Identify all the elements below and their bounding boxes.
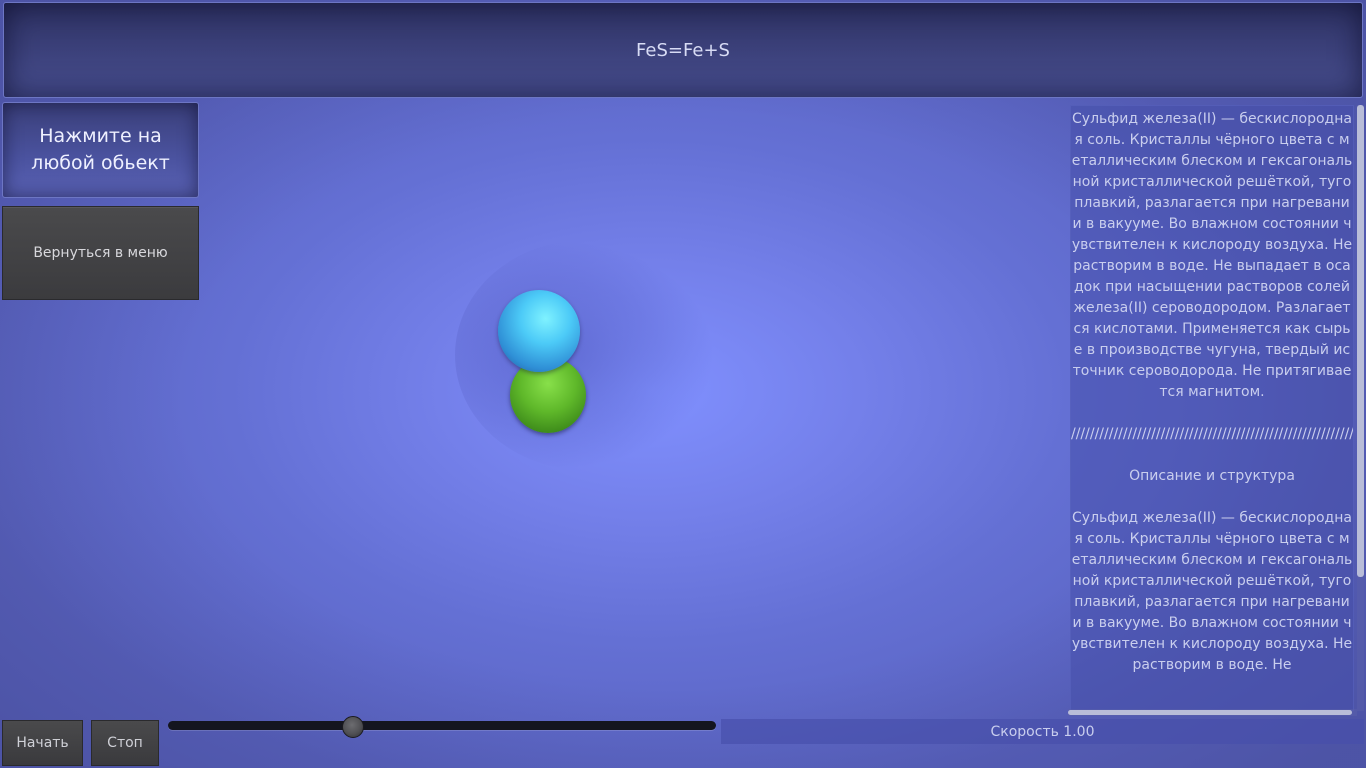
speed-label: Скорость 1.00 [990,723,1095,740]
info-description-text: Сульфид железа(II) — бескислородная соль… [1071,111,1354,673]
speed-slider-knob[interactable] [342,716,365,738]
blue-atom[interactable] [498,290,580,372]
header-panel: FeS=Fe+S [3,2,1363,98]
vertical-scrollbar-thumb[interactable] [1357,105,1364,577]
info-scroll-panel[interactable]: Сульфид железа(II) — бескислородная соль… [1070,105,1354,711]
molecule-shadow [455,240,715,470]
speed-readout: Скорость 1.00 [721,719,1364,744]
horizontal-scrollbar-thumb[interactable] [1068,710,1352,715]
hint-panel: Нажмите на любой обьект [2,102,199,198]
start-button[interactable]: Начать [2,720,83,766]
speed-slider-track[interactable] [168,721,716,730]
reaction-title: FeS=Fe+S [636,39,730,61]
info-vertical-scrollbar[interactable] [1357,105,1364,711]
hint-text: Нажмите на любой обьект [31,125,170,174]
info-horizontal-scrollbar[interactable] [1068,709,1357,716]
back-to-menu-button[interactable]: Вернуться в меню [2,206,199,300]
stop-button[interactable]: Стоп [91,720,159,766]
speed-slider[interactable] [168,716,716,738]
